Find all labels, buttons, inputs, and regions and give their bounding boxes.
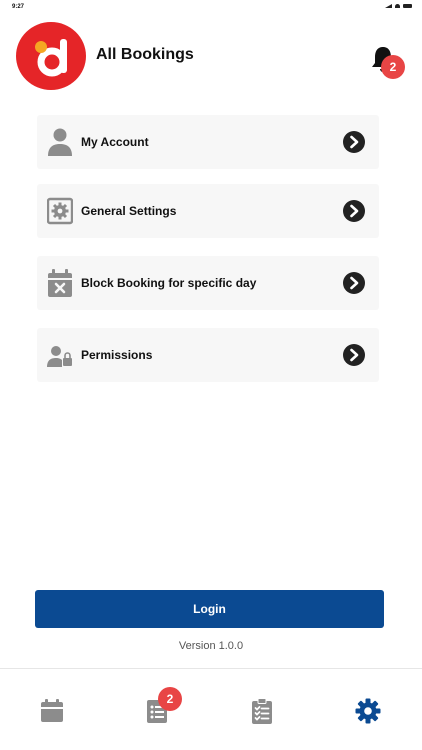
login-button[interactable]: Login	[35, 590, 384, 628]
user-lock-icon	[47, 346, 72, 367]
calendar-icon[interactable]	[38, 697, 66, 725]
version-text: Version 1.0.0	[178, 640, 244, 652]
calendar-block-icon	[48, 269, 72, 297]
app-header: All Bookings 2	[0, 18, 422, 94]
status-time: 9:27	[12, 4, 25, 10]
wifi-icon	[395, 4, 400, 8]
chevron-right-icon	[343, 131, 365, 153]
chevron-right-icon	[343, 200, 365, 222]
logo-icon	[35, 39, 67, 77]
bottom-tab-bar: 2	[0, 668, 422, 750]
battery-icon	[403, 4, 412, 8]
tab-badge: 2	[158, 687, 182, 711]
signal-icon	[385, 4, 392, 8]
notification-badge: 2	[381, 55, 405, 79]
chevron-right-icon	[343, 344, 365, 366]
clipboard-checklist-icon[interactable]	[248, 697, 276, 725]
user-icon	[48, 128, 72, 156]
settings-box-icon	[47, 197, 73, 225]
menu-item-label: Block Booking for specific day	[81, 276, 257, 290]
status-icons	[385, 4, 412, 8]
menu-item-label: General Settings	[81, 204, 177, 218]
menu-item-block-booking[interactable]: Block Booking for specific day	[37, 256, 379, 310]
status-bar: 9:27	[0, 0, 422, 16]
app-logo	[16, 22, 86, 90]
page-title: All Bookings	[96, 46, 194, 63]
menu-item-permissions[interactable]: Permissions	[37, 328, 379, 382]
chevron-right-icon	[343, 272, 365, 294]
gear-icon[interactable]	[354, 697, 382, 725]
menu-item-label: Permissions	[81, 348, 153, 362]
menu-item-general-settings[interactable]: General Settings	[37, 184, 379, 238]
menu-item-my-account[interactable]: My Account	[37, 115, 379, 169]
menu-item-label: My Account	[81, 135, 149, 149]
